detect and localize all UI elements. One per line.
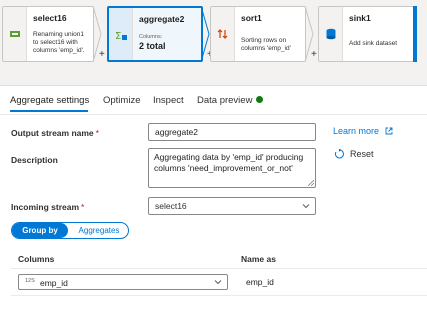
- column-type-tag: 12S: [25, 278, 35, 284]
- required-marker: *: [95, 128, 99, 138]
- node-sink1[interactable]: sink1 Add sink dataset: [318, 6, 414, 62]
- select-icon: [10, 31, 20, 37]
- description-text: Aggregating data by 'emp_id' producing c…: [154, 152, 304, 173]
- incoming-stream-value: select16: [155, 201, 187, 211]
- columns-header: Columns: [18, 254, 55, 264]
- node-title: select16: [33, 13, 67, 23]
- table-header-divider: [11, 268, 427, 269]
- node-title: sink1: [349, 13, 371, 23]
- node-columns-label: Columns:: [139, 34, 163, 40]
- column-value: emp_id: [40, 278, 68, 288]
- node-description: Sorting rows on columns 'emp_id': [241, 37, 291, 52]
- output-stream-name-input[interactable]: aggregate2: [148, 123, 316, 141]
- learn-more-link[interactable]: Learn more: [333, 126, 393, 136]
- node-aggregate2[interactable]: Σ aggregate2 Columns: 2 total: [107, 6, 203, 62]
- add-transform-button[interactable]: +: [99, 50, 105, 60]
- column-select[interactable]: 12S emp_id: [18, 274, 228, 290]
- canvas-scrollbar[interactable]: [413, 6, 417, 62]
- name-as-header: Name as: [241, 254, 276, 264]
- aggregates-toggle-button[interactable]: Aggregates: [70, 223, 128, 238]
- tab-inspect[interactable]: Inspect: [153, 95, 184, 106]
- incoming-stream-label: Incoming stream *: [11, 202, 85, 212]
- chevron-down-icon: [214, 280, 222, 285]
- name-as-value[interactable]: emp_id: [246, 277, 274, 287]
- node-columns-count: 2 total: [139, 41, 166, 51]
- node-description: Renaming union1 to select16 with columns…: [33, 31, 85, 54]
- external-link-icon: [385, 127, 392, 135]
- active-tab-indicator: [10, 110, 88, 112]
- groupby-aggregates-toggle: Group by Aggregates: [11, 222, 129, 239]
- sort-icon: [217, 29, 228, 39]
- add-transform-button[interactable]: +: [311, 50, 317, 60]
- description-label: Description: [11, 155, 58, 165]
- required-marker: *: [81, 202, 85, 212]
- resize-handle-icon[interactable]: [308, 180, 314, 186]
- node-title: aggregate2: [139, 14, 185, 24]
- node-sort1[interactable]: sort1 Sorting rows on columns 'emp_id': [210, 6, 306, 62]
- output-stream-label: Output stream name *: [11, 128, 99, 138]
- row-divider: [11, 295, 427, 296]
- tab-optimize[interactable]: Optimize: [103, 95, 140, 106]
- data-preview-status-dot: [256, 96, 263, 103]
- pipeline-canvas[interactable]: select16 Renaming union1 to select16 wit…: [0, 0, 427, 86]
- tabs-divider: [0, 114, 427, 115]
- chevron-down-icon: [302, 204, 310, 209]
- group-by-toggle-button[interactable]: Group by: [12, 223, 68, 238]
- description-textarea[interactable]: Aggregating data by 'emp_id' producing c…: [148, 148, 316, 188]
- incoming-stream-select[interactable]: select16: [148, 197, 316, 215]
- svg-text:Σ: Σ: [115, 31, 121, 41]
- reset-icon: [335, 148, 344, 159]
- node-description: Add sink dataset: [349, 40, 398, 47]
- aggregate-icon: Σ: [115, 31, 127, 41]
- tab-aggregate-settings[interactable]: Aggregate settings: [10, 95, 89, 106]
- sink-icon: [326, 28, 336, 40]
- tab-data-preview[interactable]: Data preview: [197, 95, 252, 106]
- node-title: sort1: [241, 13, 262, 23]
- node-select16[interactable]: select16 Renaming union1 to select16 wit…: [2, 6, 94, 62]
- reset-button[interactable]: Reset: [334, 148, 374, 159]
